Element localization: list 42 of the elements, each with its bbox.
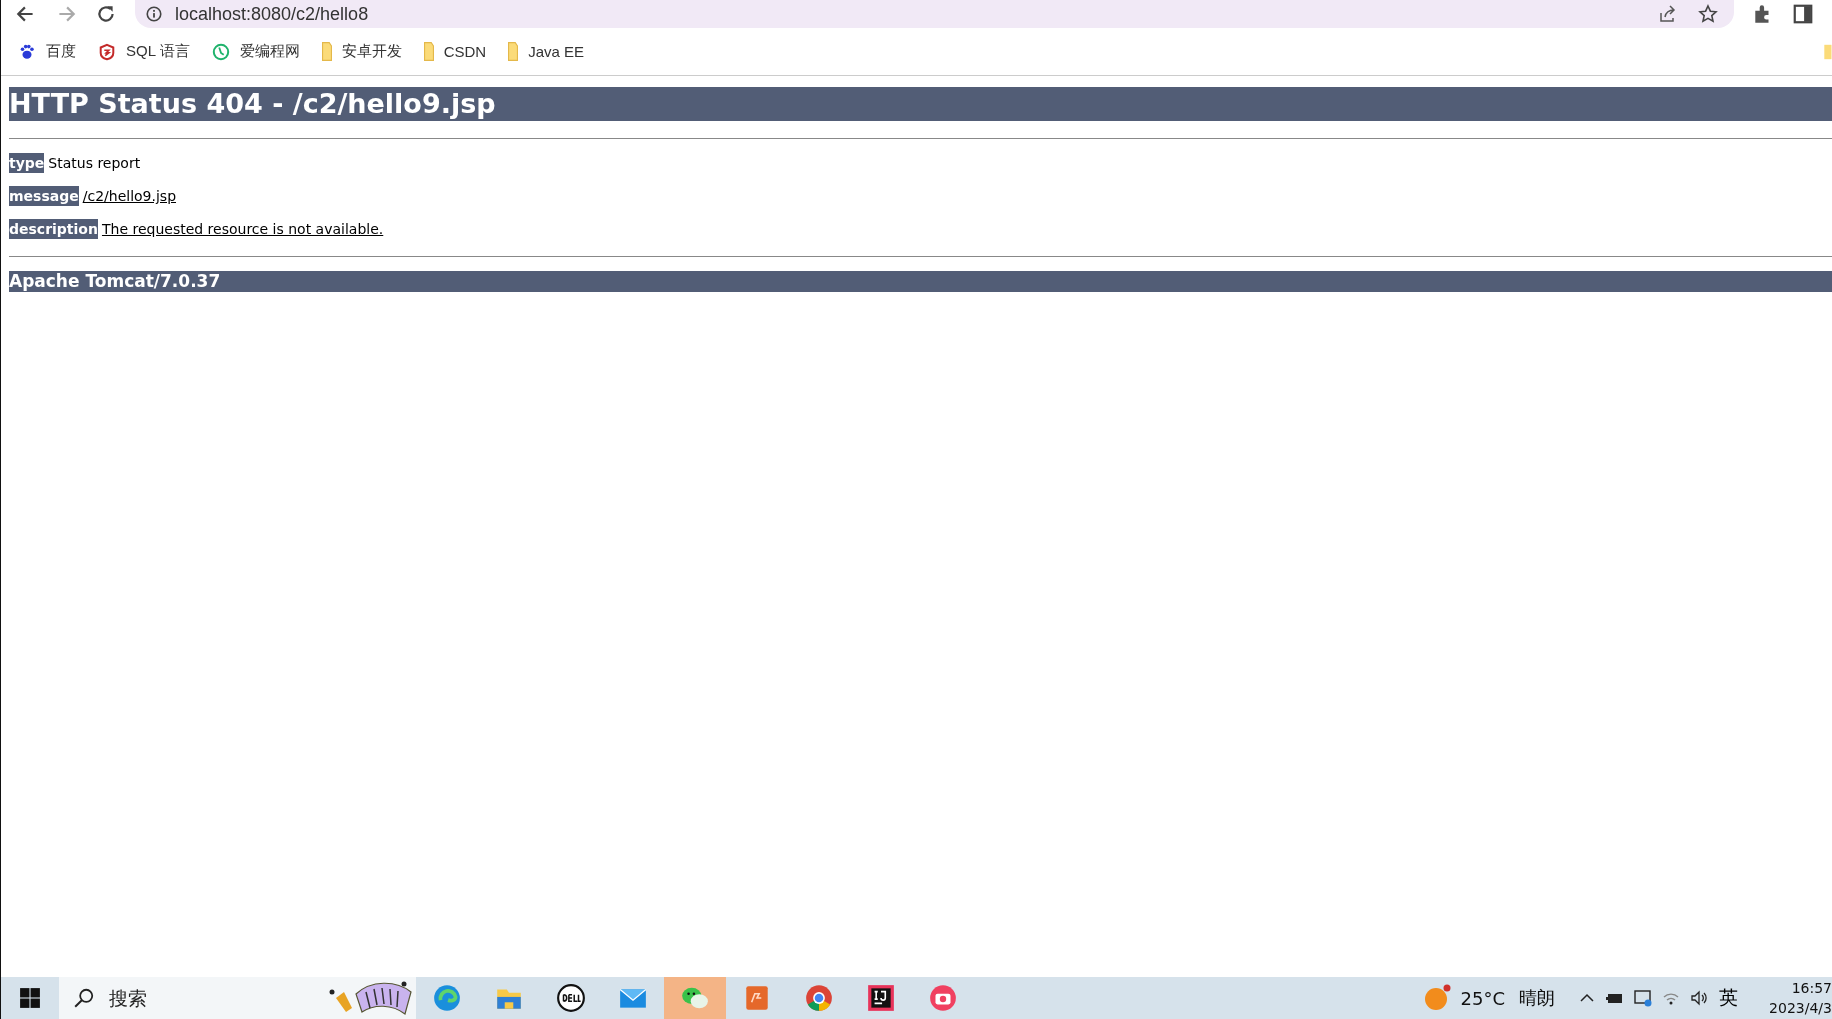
temperature[interactable]: 25°C bbox=[1460, 987, 1505, 1009]
folder-icon bbox=[423, 42, 434, 61]
bookmark[interactable]: Java EE bbox=[508, 42, 585, 61]
field-value: /c2/hello9.jsp bbox=[82, 187, 176, 206]
weather-condition[interactable]: 晴朗 bbox=[1519, 986, 1555, 1010]
browser-icon bbox=[804, 983, 834, 1013]
folder-icon bbox=[321, 42, 332, 61]
folder-icon bbox=[508, 42, 519, 61]
search-box[interactable]: 搜索 bbox=[59, 977, 416, 1019]
side-panel-icon[interactable] bbox=[1792, 3, 1814, 25]
address-field[interactable]: localhost:8080/c2/hello8 bbox=[135, 0, 1734, 28]
bookmark[interactable]: SQL 语言 bbox=[98, 42, 190, 61]
circle-logo-icon bbox=[556, 983, 586, 1013]
clock-icon bbox=[211, 42, 230, 61]
weather-sun-icon[interactable] bbox=[1422, 984, 1451, 1012]
speaker-icon[interactable] bbox=[1689, 988, 1709, 1008]
clock[interactable]: 16:57 2023/4/3 bbox=[1752, 978, 1832, 1018]
star-icon[interactable] bbox=[1698, 4, 1718, 24]
field-label: message bbox=[9, 186, 79, 206]
bookmark[interactable]: 安卓开发 bbox=[321, 42, 402, 61]
shield-icon bbox=[98, 42, 116, 61]
reload-icon[interactable] bbox=[95, 3, 117, 25]
info-icon[interactable] bbox=[145, 5, 163, 23]
field-label: type bbox=[9, 153, 45, 173]
field-value: The requested resource is not available. bbox=[101, 220, 384, 239]
bookmark[interactable]: 百度 bbox=[18, 42, 76, 61]
field-value: Status report bbox=[48, 154, 141, 173]
search-icon bbox=[73, 987, 95, 1009]
swirl-icon bbox=[432, 983, 462, 1013]
search-field[interactable]: 搜索 bbox=[107, 986, 311, 1010]
camera-icon bbox=[928, 983, 958, 1013]
paw-icon bbox=[18, 42, 36, 61]
input-method-indicator[interactable]: 英 bbox=[1719, 985, 1738, 1011]
windows-start-icon[interactable] bbox=[19, 987, 41, 1009]
bookmark[interactable]: CSDN bbox=[423, 42, 487, 61]
bookmark[interactable]: 爱编程网 bbox=[211, 42, 300, 61]
page-heading: HTTP Status 404 - /c2/hello9.jsp bbox=[9, 87, 1832, 121]
field-label: description bbox=[9, 219, 98, 239]
display-icon[interactable] bbox=[1633, 988, 1653, 1008]
ide-icon bbox=[866, 983, 896, 1013]
server-version: Apache Tomcat/7.0.37 bbox=[9, 271, 1832, 292]
share-icon[interactable] bbox=[1658, 4, 1678, 24]
